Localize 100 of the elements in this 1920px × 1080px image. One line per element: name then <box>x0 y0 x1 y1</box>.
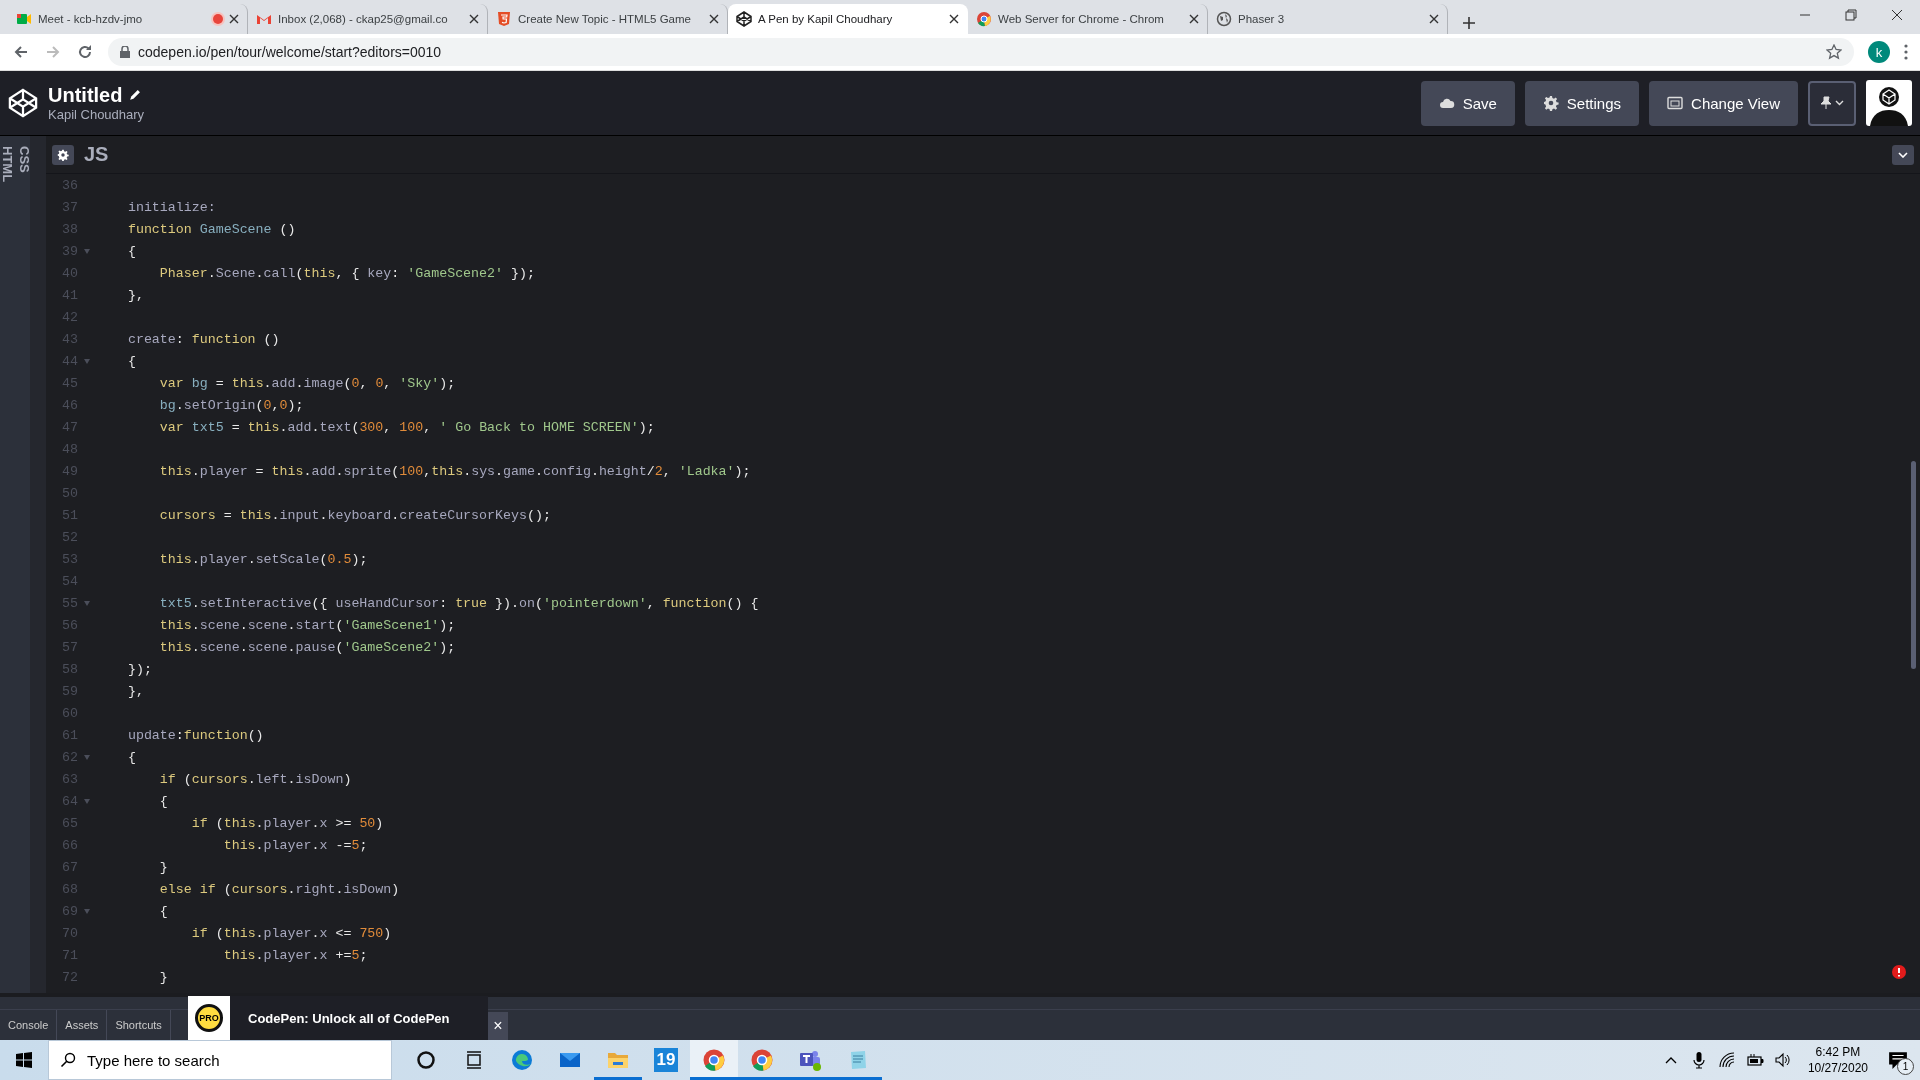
code-line: if (cursors.left.isDown) <box>158 771 352 787</box>
close-icon[interactable] <box>469 14 479 24</box>
code-line: cursors = this.input.keyboard.createCursorKeys(); <box>158 507 551 523</box>
camera-icon <box>16 11 32 27</box>
line-number: 56 <box>61 617 78 633</box>
pin-dropdown[interactable] <box>1808 80 1856 126</box>
notification-button[interactable]: 1 <box>1884 1046 1912 1074</box>
settings-button[interactable] <box>52 144 74 165</box>
code-line: bg.setOrigin(0,0); <box>158 397 304 413</box>
globe-icon <box>1216 11 1232 27</box>
code-line: initialize: <box>126 199 216 215</box>
error-icon[interactable] <box>1892 965 1906 979</box>
cube-logo-icon[interactable] <box>8 88 38 118</box>
line-number: 60 <box>61 705 78 721</box>
more-icon[interactable] <box>1904 44 1908 60</box>
line-number: 38 <box>61 221 78 237</box>
scrollbar-thumb[interactable] <box>1911 461 1916 669</box>
header-button[interactable]: Change View <box>1649 80 1798 126</box>
windows-icon[interactable] <box>16 1052 32 1068</box>
code-line: this.player.x -=5; <box>222 837 368 853</box>
code-line: { <box>126 749 136 765</box>
code-line: { <box>126 243 136 259</box>
layout-icon <box>1667 95 1684 111</box>
collapsed-panel-tab[interactable]: CSS <box>17 146 32 993</box>
editor-title: JS <box>84 143 109 166</box>
chrome-icon <box>702 1048 726 1072</box>
line-number: 72 <box>61 969 78 985</box>
wifi-icon[interactable] <box>1717 1051 1736 1069</box>
line-number: 51 <box>61 507 78 523</box>
line-number: 62 <box>61 749 78 765</box>
code-line: } <box>158 969 168 985</box>
browser-tab[interactable]: A Pen by Kapil Choudhary <box>728 4 968 34</box>
line-number: 57 <box>61 639 78 655</box>
profile-avatar[interactable]: k <box>1868 41 1890 63</box>
pro-badge: PRO <box>195 1004 223 1032</box>
user-avatar[interactable] <box>1866 80 1912 126</box>
line-number: 55 <box>61 595 78 611</box>
line-number: 58 <box>61 661 78 677</box>
author-name[interactable]: Kapil Choudhary <box>48 107 145 122</box>
promo-toast[interactable]: PRO CodePen: Unlock all of CodePen <box>188 996 488 1040</box>
code-line: this.player.x +=5; <box>222 947 368 963</box>
pin-icon <box>1820 96 1832 110</box>
star-icon[interactable] <box>1826 44 1842 60</box>
url-text: codepen.io/pen/tour/welcome/start?editors=0010 <box>138 44 443 60</box>
line-number: 63 <box>61 771 78 787</box>
line-number: 50 <box>61 485 78 501</box>
search-icon <box>60 1052 76 1068</box>
battery-icon[interactable] <box>1745 1051 1764 1069</box>
code-line: Phaser.Scene.call(this, { key: 'GameScene2' }); <box>158 265 535 281</box>
close-icon[interactable] <box>709 14 719 24</box>
line-number: 71 <box>61 947 78 963</box>
edge-icon <box>510 1048 534 1072</box>
code-line: this.scene.scene.start('GameScene1'); <box>158 617 456 633</box>
clock-date[interactable]: 10/27/2020 <box>1807 1060 1868 1076</box>
code-line: { <box>126 353 136 369</box>
line-number: 49 <box>61 463 78 479</box>
pencil-icon[interactable] <box>128 89 142 102</box>
collapse-button[interactable] <box>1892 144 1914 165</box>
line-number: 65 <box>61 815 78 831</box>
header-button[interactable]: Save <box>1420 80 1515 126</box>
line-number: 68 <box>61 881 78 897</box>
close-icon[interactable] <box>949 14 959 24</box>
promo-text: CodePen: Unlock all of CodePen <box>248 1010 450 1026</box>
line-number: 53 <box>61 551 78 567</box>
line-number: 54 <box>61 573 78 589</box>
clock-time[interactable]: 6:42 PM <box>1815 1044 1861 1060</box>
shield-icon <box>496 11 512 27</box>
speaker-icon[interactable] <box>1773 1051 1792 1069</box>
code-line: { <box>158 793 168 809</box>
line-number: 47 <box>61 419 78 435</box>
code-line: update:function() <box>126 727 264 743</box>
collapsed-panel-tab[interactable]: HTML <box>0 146 15 993</box>
header-button[interactable]: Settings <box>1524 80 1640 126</box>
line-number: 52 <box>61 529 78 545</box>
pen-title[interactable]: Untitled <box>48 84 123 107</box>
gear-icon <box>57 148 69 161</box>
code-line: txt5.setInteractive({ useHandCursor: true }).on('pointerdown', function() { <box>158 595 759 611</box>
line-number: 59 <box>61 683 78 699</box>
search-field[interactable]: Type here to search <box>48 1040 392 1080</box>
chevron-down-icon <box>1898 151 1908 158</box>
gear-icon <box>1542 95 1559 111</box>
teams-icon <box>798 1048 822 1072</box>
close-icon[interactable] <box>229 14 239 24</box>
code-line: this.player.setScale(0.5); <box>158 551 368 567</box>
caret-icon <box>1835 100 1844 106</box>
close-button[interactable]: × <box>488 1012 508 1040</box>
line-number: 70 <box>61 925 78 941</box>
address-bar[interactable]: codepen.io/pen/tour/welcome/start?editors=0010 <box>108 38 1854 66</box>
code-line: }); <box>126 661 152 677</box>
close-icon[interactable] <box>1189 14 1199 24</box>
code-line: else if (cursors.right.isDown) <box>158 881 400 897</box>
line-number: 64 <box>61 793 78 809</box>
code-line: if (this.player.x <= 750) <box>190 925 392 941</box>
line-number: 37 <box>61 199 78 215</box>
taskbar-button[interactable]: 19 <box>642 1040 690 1080</box>
close-icon[interactable] <box>1429 14 1439 24</box>
reload-icon[interactable] <box>76 43 94 61</box>
line-number: 39 <box>61 243 78 259</box>
chrome-icon <box>976 11 992 27</box>
code-line: this.player = this.add.sprite(100,this.sys.game.config.height/2, 'Ladka'); <box>158 463 751 479</box>
